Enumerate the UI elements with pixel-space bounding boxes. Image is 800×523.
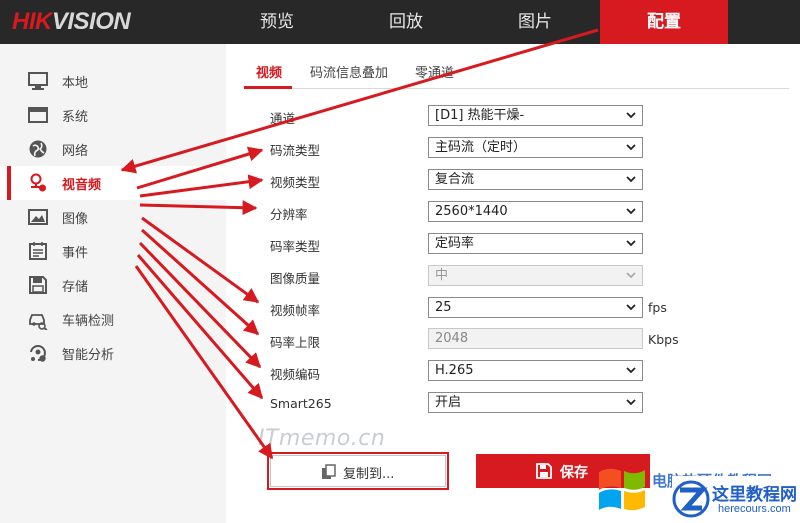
- image-icon: [28, 209, 48, 225]
- video-type-select-value: 复合流: [435, 172, 475, 187]
- sidebar-item-network[interactable]: 网络: [0, 132, 226, 166]
- tab-zero-channel[interactable]: 零通道: [415, 62, 454, 81]
- sidebar-item-storage[interactable]: 存储: [0, 268, 226, 302]
- sidebar-item-label: 本地: [62, 76, 89, 91]
- sidebar-item-label: 网络: [62, 144, 89, 159]
- sidebar-item-vehicle-detection[interactable]: 车辆检测: [0, 302, 226, 336]
- bitrate-type-select-value: 定码率: [435, 236, 475, 251]
- resolution-label: 分辨率: [270, 207, 308, 222]
- chevron-down-icon: [626, 208, 636, 215]
- nav-tab-configuration[interactable]: 配置: [600, 0, 728, 44]
- logo-text-gray: VISION: [51, 8, 131, 35]
- sidebar-item-event[interactable]: 事件: [0, 234, 226, 268]
- tab-stream-overlay[interactable]: 码流信息叠加: [310, 62, 388, 81]
- image-quality-select-value: 中: [435, 268, 449, 283]
- copy-to-button[interactable]: 复制到...: [267, 452, 449, 490]
- sidebar-item-label: 图像: [62, 212, 89, 227]
- sidebar-item-local[interactable]: 本地: [0, 64, 226, 98]
- bitrate-limit-unit: Kbps: [648, 332, 679, 347]
- stream-type-select[interactable]: 主码流（定时）: [428, 137, 643, 158]
- frame-rate-select[interactable]: 25: [428, 297, 643, 318]
- vehicle-camera-icon: [29, 314, 48, 330]
- channel-label: 通道: [270, 111, 296, 126]
- sidebar-item-image[interactable]: 图像: [0, 200, 226, 234]
- active-tab-underline: [244, 86, 292, 89]
- frame-rate-select-value: 25: [435, 300, 452, 315]
- active-indicator: [7, 166, 11, 200]
- audio-video-icon: [30, 173, 46, 192]
- frame-rate-label: 视频帧率: [270, 303, 321, 318]
- sidebar-item-label: 存储: [62, 280, 89, 295]
- system-window-icon: [28, 107, 48, 123]
- chevron-down-icon: [626, 240, 636, 247]
- top-navigation-bar: HIKVISION 预览 回放 图片 配置: [0, 0, 800, 44]
- smart265-select-value: 开启: [435, 395, 462, 410]
- chevron-down-icon: [626, 399, 636, 406]
- chevron-down-icon: [626, 304, 636, 311]
- sidebar-item-label: 事件: [62, 246, 89, 261]
- smart265-select[interactable]: 开启: [428, 392, 643, 413]
- smart265-label: Smart265: [270, 396, 332, 411]
- nav-tab-preview[interactable]: 预览: [213, 0, 341, 44]
- monitor-icon: [28, 72, 48, 90]
- frame-rate-unit: fps: [648, 300, 667, 315]
- site-brand-name: 这里教程网: [712, 485, 797, 505]
- hikvision-logo: HIKVISION: [12, 8, 131, 36]
- video-encoding-label: 视频编码: [270, 367, 321, 382]
- nav-tab-picture[interactable]: 图片: [471, 0, 599, 44]
- save-button-label: 保存: [560, 465, 588, 481]
- tab-video[interactable]: 视频: [256, 62, 282, 81]
- watermark-text: ITmemo.cn: [258, 426, 386, 451]
- sidebar-item-label: 视音频: [62, 178, 102, 193]
- bitrate-limit-input[interactable]: 2048: [428, 328, 643, 349]
- site-brand-domain: herecours.com: [718, 503, 791, 515]
- site-brand-badge: 这里教程网 herecours.com: [672, 476, 800, 523]
- image-quality-select: 中: [428, 265, 643, 286]
- bitrate-limit-label: 码率上限: [270, 335, 321, 350]
- resolution-select-value: 2560*1440: [435, 204, 508, 219]
- video-type-select[interactable]: 复合流: [428, 169, 643, 190]
- sidebar-item-system[interactable]: 系统: [0, 98, 226, 132]
- channel-select[interactable]: [D1] 热能干燥-: [428, 105, 643, 126]
- globe-icon: [29, 140, 47, 158]
- chevron-down-icon: [626, 272, 636, 279]
- chevron-down-icon: [626, 144, 636, 151]
- stream-type-select-value: 主码流（定时）: [435, 140, 527, 155]
- copy-to-button-label: 复制到...: [343, 467, 395, 482]
- sidebar-item-label: 智能分析: [62, 348, 115, 363]
- nav-tab-playback[interactable]: 回放: [342, 0, 470, 44]
- windows-logo-icon: [599, 468, 645, 511]
- floppy-disk-icon: [29, 276, 47, 294]
- video-type-label: 视频类型: [270, 175, 321, 190]
- channel-select-value: [D1] 热能干燥-: [435, 108, 525, 123]
- video-encoding-select-value: H.265: [435, 363, 474, 378]
- chevron-down-icon: [626, 112, 636, 119]
- logo-text-red: HIK: [12, 8, 52, 35]
- copy-icon: [322, 464, 336, 479]
- stream-type-label: 码流类型: [270, 143, 321, 158]
- chevron-down-icon: [626, 176, 636, 183]
- resolution-select[interactable]: 2560*1440: [428, 201, 643, 222]
- tab-divider: [244, 88, 789, 89]
- smart-analysis-icon: [30, 345, 46, 362]
- save-icon: [536, 463, 552, 479]
- sidebar-item-label: 系统: [62, 110, 89, 125]
- sidebar-item-smart-analysis[interactable]: 智能分析: [0, 336, 226, 370]
- site-logo-icon: [672, 480, 710, 518]
- config-page: HIKVISION 预览 回放 图片 配置 本地 系统 网络 视音频 图像 事件…: [0, 0, 800, 523]
- image-quality-label: 图像质量: [270, 271, 321, 286]
- video-encoding-select[interactable]: H.265: [428, 360, 643, 381]
- calendar-icon: [29, 242, 47, 260]
- bitrate-type-select[interactable]: 定码率: [428, 233, 643, 254]
- bitrate-type-label: 码率类型: [270, 239, 321, 254]
- sidebar-item-audio-video[interactable]: 视音频: [0, 166, 226, 200]
- sidebar-item-label: 车辆检测: [62, 314, 115, 329]
- sidebar: 本地 系统 网络 视音频 图像 事件 存储 车辆检测 智能分析: [0, 44, 226, 523]
- chevron-down-icon: [626, 367, 636, 374]
